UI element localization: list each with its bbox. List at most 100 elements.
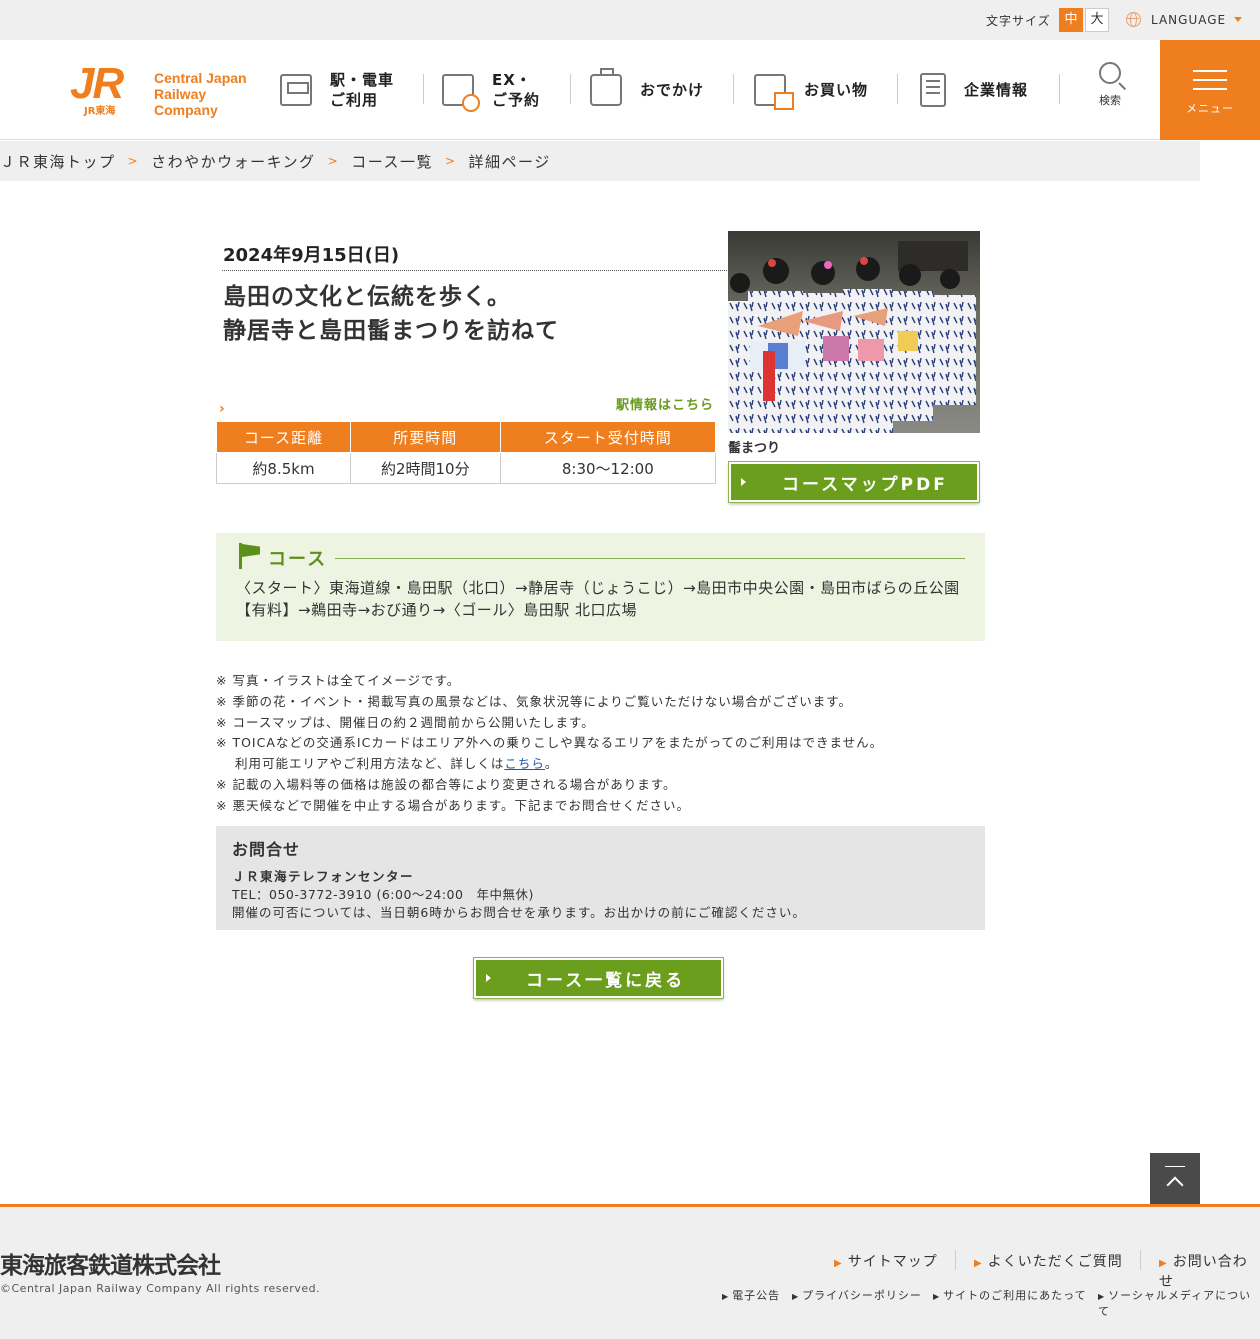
footer-link-social[interactable]: ▶ ソーシャルメディアについて: [1098, 1287, 1260, 1319]
train-icon: [280, 74, 312, 106]
building-icon: [920, 73, 946, 107]
language-selector[interactable]: LANGUAGE: [1126, 12, 1226, 27]
jr-central-logo[interactable]: JR JR東海 Central Japan Railway Company: [70, 59, 270, 119]
globe-icon: [1126, 12, 1141, 27]
nav-divider: [423, 74, 424, 104]
footer-link-label: よくいただくご質問: [987, 1254, 1123, 1270]
course-map-pdf-button[interactable]: コースマップPDF: [728, 461, 980, 503]
chevron-down-icon[interactable]: [1234, 17, 1242, 22]
logo-line1: Central Japan: [154, 70, 247, 86]
contact-org: ＪＲ東海テレフォンセンター: [232, 869, 415, 884]
nav-ex-reservation[interactable]: EX・ ご予約: [442, 40, 540, 140]
logo-text: Central Japan Railway Company: [154, 70, 270, 118]
footer-link-public-notice[interactable]: ▶ 電子公告: [722, 1287, 780, 1303]
chevron-right-icon: ›: [219, 401, 225, 417]
list-item: 利用可能エリアやご利用方法など、詳しくはこちら。: [216, 754, 883, 775]
chevron-right-icon: ▶: [792, 1292, 800, 1301]
contact-heading: お問合せ: [232, 840, 301, 859]
logo-mark: JR: [70, 59, 124, 108]
footer-divider: [955, 1250, 956, 1270]
ic-note-suffix: 。: [544, 756, 559, 772]
play-arrow-icon: [486, 974, 491, 982]
header-start-time: スタート受付時間: [499, 421, 717, 453]
nav-station-train[interactable]: 駅・電車 ご利用: [280, 40, 394, 140]
chevron-right-icon: >: [327, 154, 340, 168]
menu-button[interactable]: メニュー: [1160, 40, 1260, 140]
nav-shopping[interactable]: お買い物: [754, 40, 868, 140]
ic-note-text: 利用可能エリアやご利用方法など、詳しくは: [235, 756, 505, 772]
font-size-large-button[interactable]: 大: [1085, 8, 1109, 32]
course-info-table: コース距離 所要時間 スタート受付時間 約8.5km 約2時間10分 8:30～…: [216, 421, 717, 484]
notes-list: ※ 写真・イラストは全てイメージです。 ※ 季節の花・イベント・掲載写真の風景な…: [216, 671, 883, 817]
course-box: コース 〈スタート〉東海道線・島田駅（北口）→静居寺（じょうこじ）→島田市中央公…: [216, 533, 985, 641]
site-header: JR JR東海 Central Japan Railway Company 駅・…: [0, 40, 1260, 140]
search-icon: [1099, 62, 1121, 84]
list-item: ※ 記載の入場料等の価格は施設の都合等により変更される場合があります。: [216, 776, 677, 792]
chevron-right-icon: ▶: [1098, 1292, 1106, 1301]
nav-divider: [733, 74, 734, 104]
shopping-bag-icon: [754, 74, 794, 110]
language-label: LANGUAGE: [1151, 12, 1227, 27]
back-to-course-list-button[interactable]: コース一覧に戻る: [473, 957, 724, 999]
utility-bar: 文字サイズ 中 大 LANGUAGE: [0, 0, 1260, 40]
value-start-time: 8:30～12:00: [499, 452, 717, 484]
logo-line2: Railway Company: [154, 86, 218, 118]
course-divider: [335, 558, 965, 559]
font-size-label: 文字サイズ: [986, 14, 1051, 28]
footer-copyright: ©Central Japan Railway Company All right…: [0, 1282, 321, 1295]
list-item: ※ 写真・イラストは全てイメージです。: [216, 673, 461, 688]
nav-odekake[interactable]: おでかけ: [590, 40, 704, 140]
festival-photo: [728, 231, 980, 433]
chevron-right-icon: ▶: [974, 1258, 983, 1269]
nav-label: 企業情報: [964, 81, 1029, 99]
font-size-medium-button[interactable]: 中: [1059, 8, 1083, 32]
footer-link-terms[interactable]: ▶ サイトのご利用にあたって: [933, 1287, 1087, 1303]
nav-label: EX・ ご予約: [492, 70, 540, 110]
search-button[interactable]: 検索: [1090, 62, 1130, 108]
nav-label-line1: EX・: [492, 71, 532, 89]
date-divider: [222, 270, 727, 271]
hamburger-icon: [1193, 70, 1227, 90]
station-info-link[interactable]: 駅情報はこちら: [616, 394, 714, 413]
chevron-right-icon: ▶: [933, 1292, 941, 1301]
course-heading: コース: [268, 549, 328, 570]
photo-caption: 髷まつり: [728, 441, 781, 456]
back-button-label: コース一覧に戻る: [526, 970, 686, 991]
nav-divider: [897, 74, 898, 104]
breadcrumb-walking[interactable]: さわやかウォーキング: [151, 151, 316, 172]
list-item: ※ 季節の花・イベント・掲載写真の風景などは、気象状況等によりご覧いただけない場…: [216, 693, 852, 709]
menu-label: メニュー: [1186, 102, 1234, 115]
nav-divider: [1059, 74, 1060, 104]
chevron-right-icon: >: [127, 154, 140, 168]
list-item: ※ TOICAなどの交通系ICカードはエリア外への乗りこしや異なるエリアをまたが…: [216, 735, 884, 751]
contact-tel: TEL：050-3772-3910 (6:00～24:00 年中無休): [232, 887, 534, 902]
table-header-row: コース距離 所要時間 スタート受付時間: [216, 421, 717, 453]
scroll-to-top-button[interactable]: [1150, 1153, 1200, 1204]
nav-label-line2: ご利用: [330, 91, 379, 109]
event-title-line2: 静居寺と島田髷まつりを訪ねて: [223, 318, 559, 344]
footer-company-name: 東海旅客鉄道株式会社: [0, 1253, 221, 1279]
contact-message: 開催の可否については、当日朝6時からお問合せを承ります。お出かけの前にご確認くだ…: [232, 905, 806, 920]
nav-corporate[interactable]: 企業情報: [920, 40, 1028, 140]
footer-link-contact[interactable]: ▶ お問い合わせ: [1159, 1251, 1260, 1291]
pdf-button-label: コースマップPDF: [782, 474, 948, 495]
footer-link-privacy[interactable]: ▶ プライバシーポリシー: [792, 1287, 922, 1303]
event-photo: [728, 231, 980, 433]
value-distance: 約8.5km: [216, 452, 351, 484]
nav-label-line1: 駅・電車: [330, 71, 395, 89]
site-footer: 東海旅客鉄道株式会社 ©Central Japan Railway Compan…: [0, 1204, 1260, 1339]
footer-link-sitemap[interactable]: ▶ サイトマップ: [834, 1251, 938, 1271]
header-distance: コース距離: [216, 421, 351, 453]
logo-sub: JR東海: [84, 106, 116, 117]
play-arrow-icon: [741, 478, 746, 486]
nav-label: お買い物: [804, 81, 869, 99]
breadcrumb-course-list[interactable]: コース一覧: [351, 151, 433, 172]
chevron-right-icon: ▶: [722, 1292, 730, 1301]
course-route: 〈スタート〉東海道線・島田駅（北口）→静居寺（じょうこじ）→島田市中央公園・島田…: [236, 579, 960, 619]
nav-divider: [570, 74, 571, 104]
ic-area-link[interactable]: こちら: [504, 756, 545, 771]
breadcrumb-home[interactable]: ＪＲ東海トップ: [0, 151, 116, 172]
footer-small-label: 電子公告: [732, 1289, 781, 1302]
footer-link-faq[interactable]: ▶ よくいただくご質問: [974, 1251, 1123, 1271]
table-row: 約8.5km 約2時間10分 8:30～12:00: [216, 452, 717, 484]
